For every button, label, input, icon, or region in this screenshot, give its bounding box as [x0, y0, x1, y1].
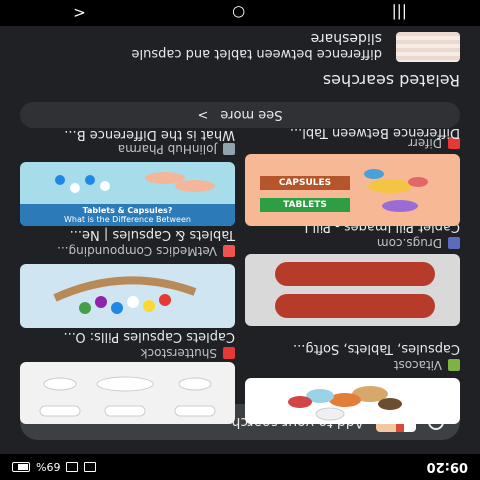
- result-title-jolinhub[interactable]: What is the Difference B...: [64, 127, 235, 142]
- home-button[interactable]: ○: [232, 4, 245, 22]
- pills-on-spoon-image: [53, 276, 197, 314]
- result-title-shutterstock[interactable]: Caplets Capsules Pills: O...: [63, 329, 235, 344]
- tablets-image-text: TABLETS: [283, 200, 327, 210]
- pill-pile-image: [288, 386, 402, 421]
- recent-apps-button[interactable]: |||: [392, 4, 407, 22]
- see-more-label: See more: [220, 107, 283, 123]
- result-source-vitacost: Vitacost: [394, 358, 460, 372]
- result-title-vetmedics[interactable]: Tablets & Capsules | Ne...: [70, 227, 235, 242]
- cast-icon: [66, 462, 79, 472]
- status-bar: 09:20 69%: [0, 454, 480, 480]
- suggestion-title: slideshare: [310, 30, 382, 46]
- suggestion-subtitle: difference between tablet and capsule: [131, 46, 382, 61]
- capsules-tablets-image: [260, 169, 428, 212]
- suggestion-row[interactable]: difference between tablet and capsule sl…: [20, 26, 460, 68]
- back-button[interactable]: <: [73, 4, 86, 22]
- result-image-vetmedics[interactable]: [20, 264, 235, 328]
- drugs-favicon: [448, 237, 460, 249]
- result-source-drugs: Drugs.com: [377, 236, 460, 250]
- result-image-drugs[interactable]: [245, 254, 460, 326]
- slideshare-thumbnail: [396, 32, 460, 62]
- white-pills-image: [39, 376, 216, 417]
- battery-percent: 69%: [36, 460, 61, 474]
- infographic-line-difference: What is the Difference Between: [64, 215, 191, 224]
- related-searches-heading: Related searches: [322, 71, 460, 90]
- shutterstock-favicon: [223, 347, 235, 359]
- result-source-jolinhub: JolinHub Pharma: [118, 142, 235, 156]
- result-source-vetmedics: VetMedics Compounding...: [57, 244, 235, 258]
- result-title-vitacost[interactable]: Capsules, Tablets, Softg...: [293, 341, 460, 356]
- jolinhub-favicon: [223, 143, 235, 155]
- clock: 09:20: [426, 459, 468, 475]
- result-image-shutterstock-right[interactable]: [20, 362, 235, 424]
- result-source-shutterstock: Shutterstock: [141, 346, 235, 360]
- suggestion-text: difference between tablet and capsule sl…: [132, 30, 382, 64]
- battery-icon: [12, 462, 30, 472]
- notification-icon: [84, 462, 97, 472]
- result-image-vitacost[interactable]: [245, 378, 460, 424]
- vitacost-favicon: [448, 359, 460, 371]
- capsules-image-text: CAPSULES: [278, 178, 332, 188]
- navigation-bar: ||| ○ <: [0, 0, 480, 26]
- see-more-button[interactable]: See more >: [20, 102, 460, 128]
- chevron-right-icon: >: [197, 107, 209, 123]
- result-image-diferr[interactable]: TABLETS CAPSULES: [245, 154, 460, 226]
- result-image-jolinhub[interactable]: What is the Difference Between Tablets &…: [20, 162, 235, 226]
- status-icons: 69%: [12, 460, 97, 474]
- flipped-screen: 09:20 69% Add to your search Vitacost Ca…: [0, 0, 480, 480]
- vetmedics-favicon: [223, 245, 235, 257]
- infographic-line-tablets: Tablets & Capsules?: [82, 206, 173, 215]
- red-caplets-image: [275, 262, 435, 318]
